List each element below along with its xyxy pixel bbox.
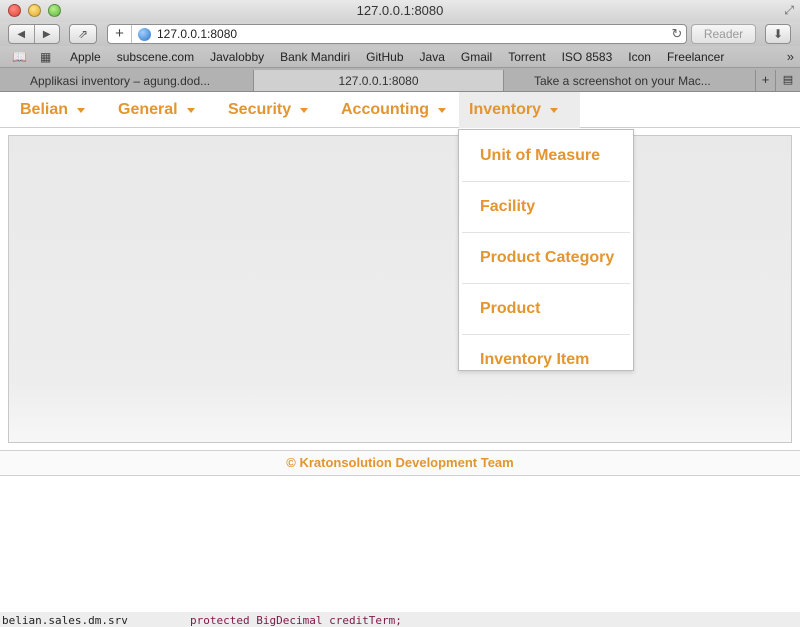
bookmark-item[interactable]: Bank Mandiri — [280, 50, 350, 64]
caret-down-icon — [438, 107, 446, 113]
web-page: Belian General Security Accounting Inven… — [0, 92, 800, 627]
download-icon[interactable]: ⬇ — [765, 24, 791, 44]
content-panel — [8, 135, 792, 443]
bookmark-item[interactable]: subscene.com — [117, 50, 194, 64]
app-menubar: Belian General Security Accounting Inven… — [0, 92, 800, 128]
back-arrow-icon[interactable]: ◀ — [9, 25, 34, 43]
bookmark-item[interactable]: Apple — [70, 50, 101, 64]
dropdown-item-inventory-item[interactable]: Inventory Item — [459, 334, 633, 385]
inventory-dropdown-menu: Unit of Measure Facility Product Categor… — [458, 129, 634, 371]
background-file-label: belian.sales.dm.srv — [2, 614, 128, 627]
menu-inventory[interactable]: Inventory — [459, 92, 580, 128]
caret-down-icon — [550, 107, 559, 113]
background-editor-window: belian.sales.dm.srv protected BigDecimal… — [0, 612, 800, 627]
footer: © Kratonsolution Development Team — [0, 450, 800, 476]
window-titlebar: 127.0.0.1:8080 ⤢ — [0, 0, 800, 22]
globe-icon — [138, 27, 151, 41]
menu-label: General — [118, 101, 178, 118]
dropdown-item-facility[interactable]: Facility — [459, 181, 633, 232]
menu-security[interactable]: Security — [218, 92, 318, 128]
background-code-line: protected BigDecimal creditTerm; — [190, 614, 402, 627]
tab-bar: Applikasi inventory – agung.dod... 127.0… — [0, 68, 800, 92]
menu-label: Security — [228, 101, 292, 118]
window-title: 127.0.0.1:8080 — [356, 3, 444, 18]
fullscreen-icon[interactable]: ⤢ — [784, 3, 794, 18]
tab-overview-icon[interactable]: ▤ — [775, 70, 800, 91]
navigation-buttons: ◀ ▶ — [8, 24, 60, 44]
caret-down-icon — [186, 107, 195, 113]
browser-toolbar: ◀ ▶ ⇗ + 127.0.0.1:8080 ↻ Reader ⬇ — [0, 22, 800, 46]
caret-down-icon — [77, 107, 86, 113]
reading-list-icon[interactable]: 📖 — [12, 50, 27, 64]
bookmark-item[interactable]: GitHub — [366, 50, 403, 64]
menu-general[interactable]: General — [108, 92, 205, 128]
dropdown-item-product[interactable]: Product — [459, 283, 633, 334]
caret-down-icon — [300, 107, 309, 113]
forward-arrow-icon[interactable]: ▶ — [33, 25, 60, 43]
menu-label: Inventory — [469, 101, 542, 118]
reader-button[interactable]: Reader — [691, 24, 756, 44]
menu-accounting[interactable]: Accounting — [331, 92, 456, 128]
more-bookmarks-icon[interactable]: » — [787, 49, 794, 64]
bookmarks-bar: 📖 ▦ Apple subscene.com Javalobby Bank Ma… — [0, 46, 800, 68]
bookmark-item[interactable]: Java — [420, 50, 445, 64]
bookmark-list: Apple subscene.com Javalobby Bank Mandir… — [70, 50, 724, 64]
menu-label: Accounting — [341, 101, 429, 118]
top-sites-grid-icon[interactable]: ▦ — [40, 50, 51, 64]
add-bookmark-icon[interactable]: + — [108, 25, 132, 43]
bookmark-item[interactable]: Icon — [628, 50, 651, 64]
url-input[interactable]: 127.0.0.1:8080 — [157, 27, 668, 41]
dropdown-item-product-category[interactable]: Product Category — [459, 232, 633, 283]
bookmark-item[interactable]: ISO 8583 — [562, 50, 613, 64]
bookmark-item[interactable]: Freelancer — [667, 50, 724, 64]
menu-label: Belian — [20, 101, 69, 118]
tab-localhost[interactable]: 127.0.0.1:8080 — [253, 70, 503, 91]
tab-applikasi-inventory[interactable]: Applikasi inventory – agung.dod... — [0, 70, 253, 91]
address-bar[interactable]: + 127.0.0.1:8080 ↻ — [107, 24, 687, 44]
dropdown-item-unit-of-measure[interactable]: Unit of Measure — [459, 130, 633, 181]
tab-screenshot-guide[interactable]: Take a screenshot on your Mac... — [503, 70, 753, 91]
bookmark-item[interactable]: Torrent — [508, 50, 545, 64]
new-tab-icon[interactable]: + — [755, 70, 775, 91]
bookmark-item[interactable]: Gmail — [461, 50, 492, 64]
share-icon[interactable]: ⇗ — [69, 24, 97, 44]
menu-belian[interactable]: Belian — [10, 92, 95, 128]
reload-icon[interactable]: ↻ — [668, 26, 686, 42]
bookmark-item[interactable]: Javalobby — [210, 50, 264, 64]
